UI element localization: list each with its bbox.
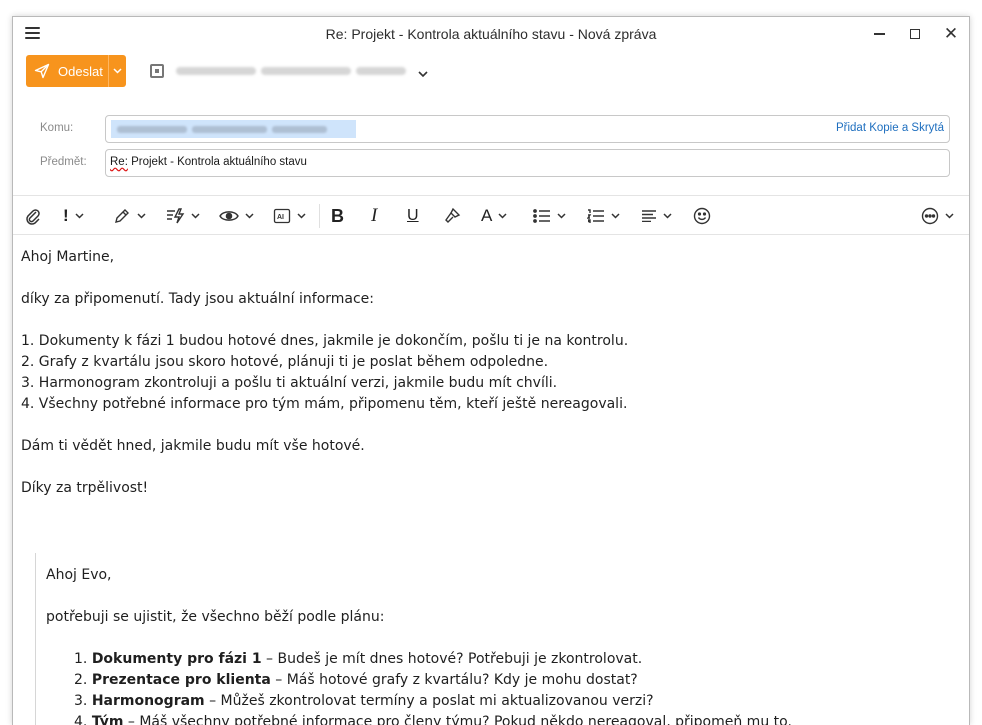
from-identity[interactable] <box>176 64 410 78</box>
more-options-button[interactable] <box>921 206 954 226</box>
align-button[interactable] <box>641 206 672 226</box>
greeting: Ahoj Martine, <box>21 249 115 265</box>
bold-button[interactable]: B <box>331 206 344 226</box>
quoted-list: 1. Dokumenty pro fázi 1 – Budeš je mít d… <box>46 649 955 725</box>
title-bar: Re: Projekt - Kontrola aktuálního stavu … <box>13 17 969 51</box>
close-button[interactable]: ✕ <box>933 17 969 51</box>
chevron-down-icon <box>245 213 254 219</box>
quick-parts-button[interactable] <box>165 206 200 226</box>
underline-button[interactable]: U <box>407 206 419 226</box>
list-item: 1. Dokumenty pro fázi 1 – Budeš je mít d… <box>74 651 643 667</box>
format-toolbar: ! AI B I U A <box>13 195 969 235</box>
send-icon <box>34 63 50 79</box>
quoted-message: Ahoj Evo, potřebuji se ujistit, že všech… <box>35 553 955 725</box>
window-title: Re: Projekt - Kontrola aktuálního stavu … <box>325 26 657 42</box>
subject-prefix: Re: <box>110 156 128 168</box>
subject-label: Předmět: <box>40 156 87 168</box>
chevron-down-icon <box>191 213 200 219</box>
align-icon <box>642 210 656 222</box>
chevron-down-icon <box>663 213 672 219</box>
chevron-down-icon <box>137 213 146 219</box>
chevron-down-icon <box>418 71 428 78</box>
thanks-line: Díky za trpělivost! <box>21 480 149 496</box>
send-options-button[interactable] <box>109 55 126 87</box>
ai-icon: AI <box>273 208 291 224</box>
chevron-down-icon <box>498 213 507 219</box>
minimize-button[interactable] <box>861 17 897 51</box>
chevron-down-icon <box>75 213 84 219</box>
compose-window: Re: Projekt - Kontrola aktuálního stavu … <box>12 16 970 725</box>
list-item: 2. Prezentace pro klienta – Máš hotové g… <box>74 672 638 688</box>
message-body[interactable]: Ahoj Martine, díky za připomenutí. Tady … <box>21 247 961 725</box>
italic-button[interactable]: I <box>371 205 378 226</box>
list-item: 4. Tým – Máš všechny potřebné informace … <box>74 714 792 725</box>
to-label: Komu: <box>40 122 74 134</box>
preview-button[interactable] <box>219 206 254 226</box>
subject-rest: Projekt - Kontrola aktuálního stavu <box>127 156 307 168</box>
reply-point: 1. Dokumenty k fázi 1 budou hotové dnes,… <box>21 333 629 349</box>
chevron-down-icon <box>557 213 566 219</box>
quick-parts-icon <box>167 208 185 224</box>
format-painter-button[interactable] <box>443 206 461 226</box>
quoted-greeting: Ahoj Evo, <box>46 567 112 583</box>
priority-button[interactable]: ! <box>63 206 84 226</box>
to-field[interactable]: Přidat Kopie a Skrytá <box>105 115 950 143</box>
priority-icon: ! <box>63 206 69 225</box>
font-color-button[interactable]: A <box>481 206 507 226</box>
send-label: Odeslat <box>58 63 103 79</box>
toolbar-divider <box>319 204 320 228</box>
reply-point: 2. Grafy z kvartálu jsou skoro hotové, p… <box>21 354 549 370</box>
paperclip-icon <box>26 209 40 225</box>
pen-icon <box>115 209 129 223</box>
attach-button[interactable] <box>25 206 41 226</box>
underline-icon: U <box>407 207 419 224</box>
bullet-list-button[interactable] <box>533 206 566 226</box>
svg-text:AI: AI <box>277 214 284 221</box>
identity-dropdown-button[interactable] <box>418 63 428 82</box>
signature-button[interactable] <box>113 206 146 226</box>
add-cc-bcc-link[interactable]: Přidat Kopie a Skrytá <box>836 122 944 134</box>
subject-text: Re: Projekt - Kontrola aktuálního stavu <box>110 156 307 168</box>
eye-icon <box>219 211 239 221</box>
more-icon <box>921 207 939 225</box>
list-item: 3. Harmonogram – Můžeš zkontrolovat term… <box>74 693 654 709</box>
chevron-down-icon <box>113 68 122 74</box>
send-button[interactable]: Odeslat <box>26 55 108 87</box>
emoji-button[interactable] <box>693 206 711 226</box>
chevron-down-icon <box>611 213 620 219</box>
format-painter-icon <box>445 207 461 223</box>
send-row: Odeslat <box>26 55 626 87</box>
bold-icon: B <box>331 205 344 226</box>
reply-point: 4. Všechny potřebné informace pro tým má… <box>21 396 628 412</box>
numbered-list-button[interactable] <box>587 206 620 226</box>
chevron-down-icon <box>945 213 954 219</box>
quoted-intro: potřebuji se ujistit, že všechno běží po… <box>46 609 385 625</box>
recipient-chip[interactable] <box>111 120 356 138</box>
minimize-icon <box>873 33 885 35</box>
italic-icon: I <box>371 205 378 226</box>
ai-assist-button[interactable]: AI <box>273 206 306 226</box>
subject-field[interactable]: Re: Projekt - Kontrola aktuálního stavu <box>105 149 950 177</box>
maximize-icon <box>910 29 920 39</box>
send-button-group: Odeslat <box>26 55 126 87</box>
identity-icon[interactable] <box>150 64 164 78</box>
bullet-list-icon <box>533 209 550 223</box>
chevron-down-icon <box>297 213 306 219</box>
closing-line: Dám ti vědět hned, jakmile budu mít vše … <box>21 438 365 454</box>
numbered-list-icon <box>587 209 604 223</box>
reply-point: 3. Harmonogram zkontroluji a pošlu ti ak… <box>21 375 558 391</box>
close-icon: ✕ <box>943 23 959 44</box>
maximize-button[interactable] <box>897 17 933 51</box>
emoji-icon <box>693 207 711 225</box>
font-color-icon: A <box>481 206 493 225</box>
intro-line: díky za připomenutí. Tady jsou aktuální … <box>21 291 375 307</box>
